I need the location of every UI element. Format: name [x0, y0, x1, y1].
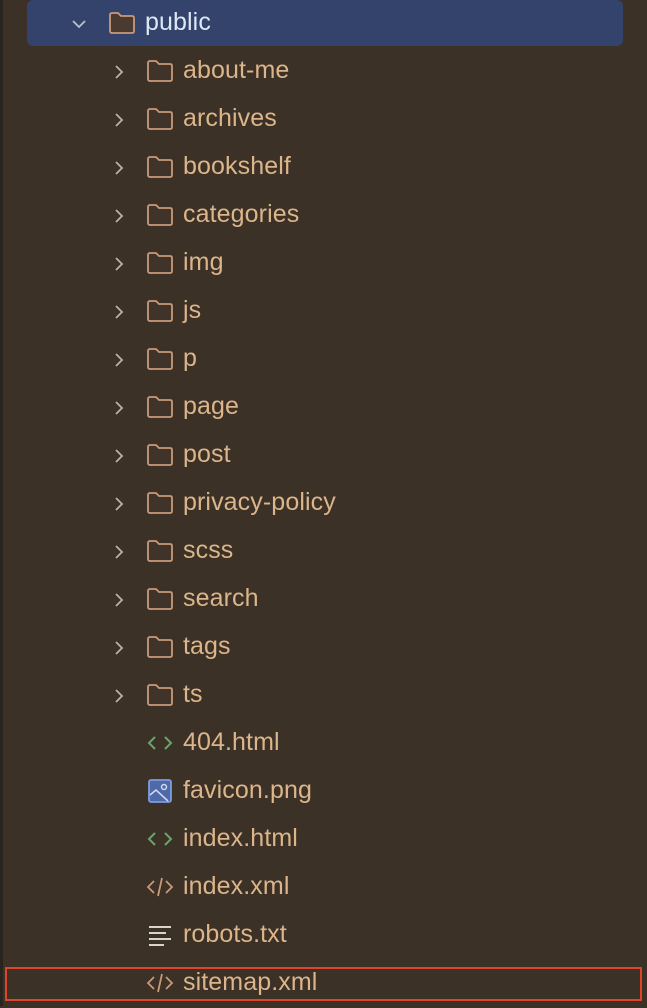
- tree-row-file[interactable]: robots.txt: [0, 912, 647, 960]
- tree-row-folder[interactable]: privacy-policy: [0, 480, 647, 528]
- text-file-icon: [146, 923, 174, 947]
- image-icon: [146, 779, 174, 803]
- chevron-right-icon[interactable]: [112, 689, 126, 703]
- tree-row-folder[interactable]: js: [0, 288, 647, 336]
- chevron-right-icon[interactable]: [112, 641, 126, 655]
- folder-icon: [146, 59, 174, 83]
- tree-item-label: img: [183, 248, 224, 276]
- chevron-right-icon[interactable]: [112, 545, 126, 559]
- folder-icon: [108, 11, 136, 35]
- tree-item-label: p: [183, 344, 198, 372]
- tree-item-label: scss: [183, 536, 234, 564]
- chevron-right-icon[interactable]: [112, 449, 126, 463]
- tree-item-label: tags: [183, 632, 231, 660]
- tree-item-label: post: [183, 440, 231, 468]
- folder-icon: [146, 395, 174, 419]
- tree-item-label: page: [183, 392, 240, 420]
- tree-row-folder[interactable]: categories: [0, 192, 647, 240]
- folder-icon: [146, 683, 174, 707]
- tree-item-label: bookshelf: [183, 152, 291, 180]
- folder-icon: [146, 347, 174, 371]
- tree-row-file[interactable]: index.xml: [0, 864, 647, 912]
- chevron-right-icon[interactable]: [112, 353, 126, 367]
- tree-item-label: public: [145, 8, 211, 36]
- tree-item-label: ts: [183, 680, 203, 708]
- tree-row-folder[interactable]: scss: [0, 528, 647, 576]
- tree-row-file[interactable]: favicon.png: [0, 768, 647, 816]
- tree-row-file[interactable]: 404.html: [0, 720, 647, 768]
- html-icon: [146, 731, 174, 755]
- tree-item-label: 404.html: [183, 728, 280, 756]
- tree-row-folder[interactable]: bookshelf: [0, 144, 647, 192]
- chevron-right-icon[interactable]: [112, 209, 126, 223]
- chevron-right-icon[interactable]: [112, 161, 126, 175]
- tree-item-label: favicon.png: [183, 776, 312, 804]
- tree-row-folder[interactable]: about-me: [0, 48, 647, 96]
- folder-icon: [146, 587, 174, 611]
- tree-row-public[interactable]: public: [0, 0, 647, 48]
- xml-icon: [146, 875, 174, 899]
- folder-icon: [146, 539, 174, 563]
- highlight-box: [5, 967, 642, 1001]
- chevron-right-icon[interactable]: [112, 257, 126, 271]
- tree-item-label: index.html: [183, 824, 298, 852]
- tree-row-folder[interactable]: tags: [0, 624, 647, 672]
- tree-item-label: about-me: [183, 56, 290, 84]
- tree-row-folder[interactable]: archives: [0, 96, 647, 144]
- folder-icon: [146, 203, 174, 227]
- tree-row-file[interactable]: index.html: [0, 816, 647, 864]
- chevron-right-icon[interactable]: [112, 113, 126, 127]
- folder-icon: [146, 443, 174, 467]
- folder-icon: [146, 635, 174, 659]
- tree-row-folder[interactable]: page: [0, 384, 647, 432]
- tree-row-folder[interactable]: ts: [0, 672, 647, 720]
- chevron-down-icon[interactable]: [72, 17, 86, 31]
- chevron-right-icon[interactable]: [112, 65, 126, 79]
- chevron-right-icon[interactable]: [112, 401, 126, 415]
- tree-item-label: privacy-policy: [183, 488, 336, 516]
- chevron-right-icon[interactable]: [112, 593, 126, 607]
- tree-row-folder[interactable]: search: [0, 576, 647, 624]
- tree-row-folder[interactable]: post: [0, 432, 647, 480]
- chevron-right-icon[interactable]: [112, 497, 126, 511]
- tree-row-folder[interactable]: p: [0, 336, 647, 384]
- tree-item-label: robots.txt: [183, 920, 287, 948]
- tree-item-label: index.xml: [183, 872, 290, 900]
- chevron-right-icon[interactable]: [112, 305, 126, 319]
- tree-row-folder[interactable]: img: [0, 240, 647, 288]
- tree-item-label: js: [183, 296, 202, 324]
- html-icon: [146, 827, 174, 851]
- tree-item-label: archives: [183, 104, 277, 132]
- folder-icon: [146, 155, 174, 179]
- folder-icon: [146, 251, 174, 275]
- tree-item-label: search: [183, 584, 259, 612]
- tree-item-label: categories: [183, 200, 300, 228]
- folder-icon: [146, 107, 174, 131]
- folder-icon: [146, 491, 174, 515]
- folder-icon: [146, 299, 174, 323]
